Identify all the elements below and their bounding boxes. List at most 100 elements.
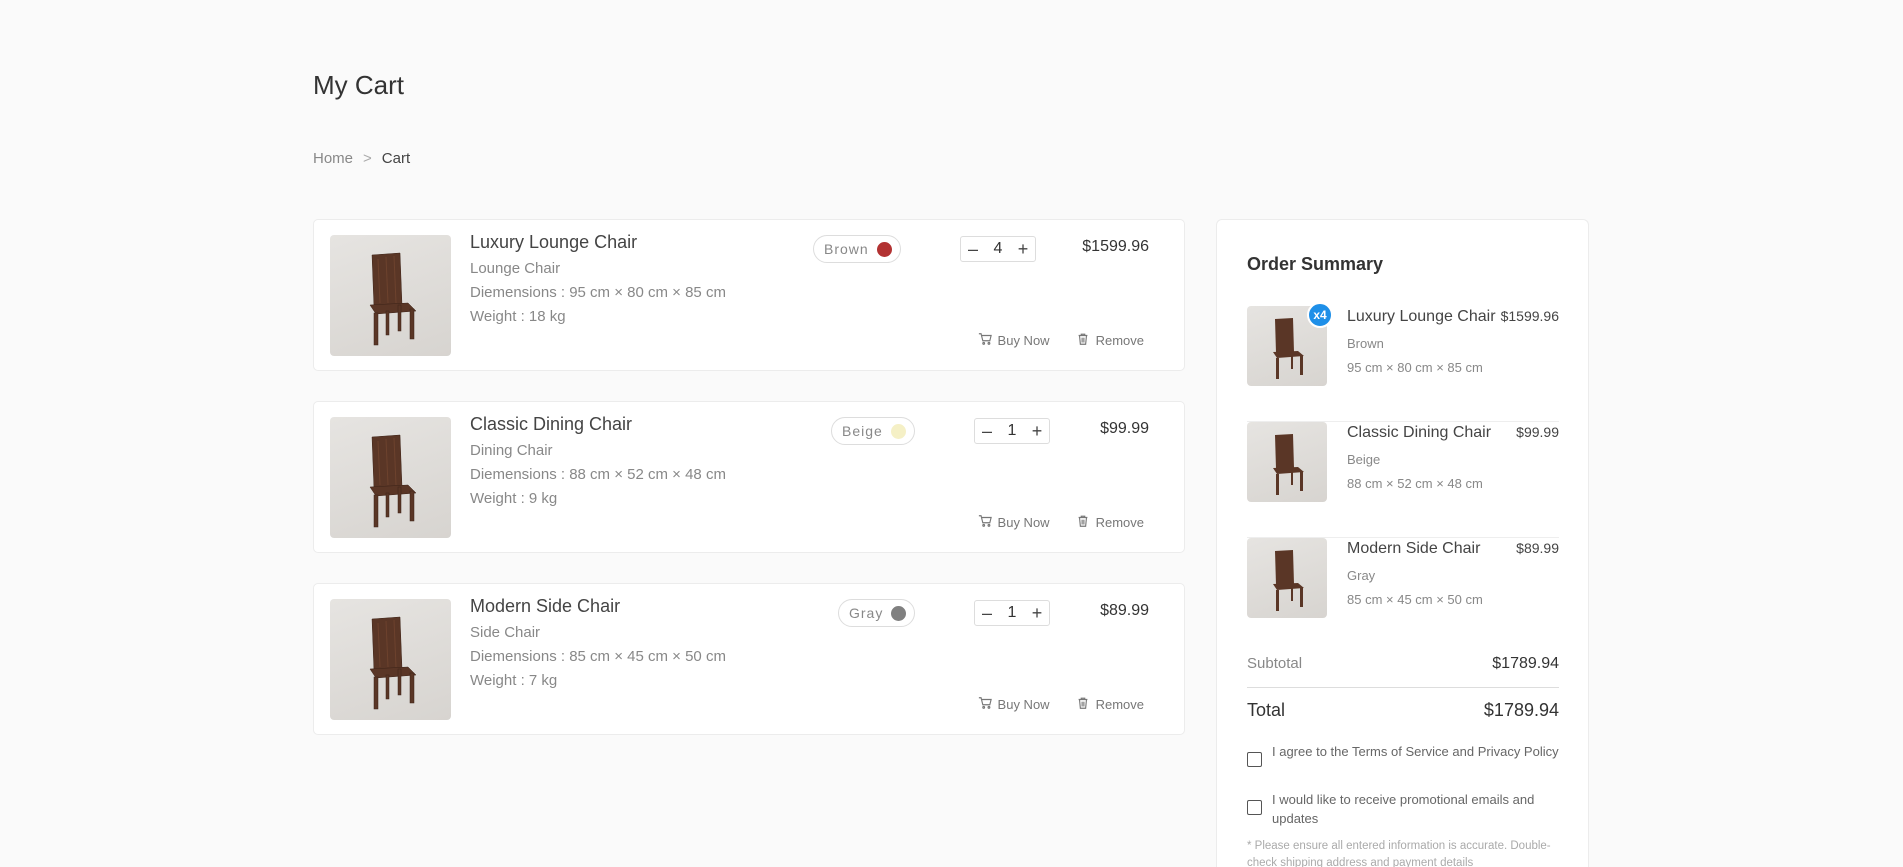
item-price: $1599.96 [1082,238,1149,255]
subtotal-row: Subtotal $1789.94 [1247,655,1559,673]
breadcrumb-home-link[interactable]: Home [313,150,353,167]
item-dimensions: Diemensions : 85 cm × 45 cm × 50 cm [470,648,726,665]
quantity-stepper: – 4 + [960,236,1036,262]
increase-quantity-button[interactable]: + [1025,419,1049,443]
color-name: Gray [849,605,884,621]
breadcrumb-current: Cart [381,150,411,167]
accuracy-note: * Please ensure all entered information … [1247,840,1551,867]
item-name[interactable]: Classic Dining Chair [470,414,726,435]
remove-button[interactable]: Remove [1076,332,1144,349]
summary-item: Classic Dining Chair $99.99 Beige 88 cm … [1247,422,1559,538]
order-summary: Order Summary x4 Luxury Lounge Chair $15… [1216,219,1589,867]
remove-label: Remove [1095,515,1144,530]
increase-quantity-button[interactable]: + [1011,237,1035,261]
summary-item-color: Beige [1347,452,1381,467]
quantity-badge: x4 [1307,302,1333,328]
quantity-stepper: – 1 + [974,418,1050,444]
item-category: Dining Chair [470,442,553,459]
cart-list: Luxury Lounge Chair Lounge Chair Diemens… [313,219,1185,765]
summary-item: Modern Side Chair $89.99 Gray 85 cm × 45… [1247,538,1559,654]
quantity-value[interactable]: 4 [985,240,1011,258]
product-image[interactable] [330,599,451,720]
summary-title: Order Summary [1247,254,1384,274]
item-info: Modern Side Chair Side Chair Diemensions… [470,596,726,696]
breadcrumb: Home > Cart [313,150,410,167]
color-selector[interactable]: Brown [813,235,901,263]
summary-item-color: Brown [1347,336,1384,351]
color-selector[interactable]: Gray [838,599,916,627]
decrease-quantity-button[interactable]: – [961,237,985,261]
summary-item-dimensions: 88 cm × 52 cm × 48 cm [1347,476,1483,491]
item-weight: Weight : 18 kg [470,308,566,325]
item-actions: Buy Now Remove [978,514,1144,531]
item-info: Classic Dining Chair Dining Chair Diemen… [470,414,726,514]
item-name[interactable]: Modern Side Chair [470,596,726,617]
trash-icon [1076,514,1090,531]
subtotal-label: Subtotal [1247,655,1303,672]
terms-label: I agree to the Terms of Service and Priv… [1272,744,1559,759]
item-dimensions: Diemensions : 88 cm × 52 cm × 48 cm [470,466,726,483]
decrease-quantity-button[interactable]: – [975,601,999,625]
color-swatch [876,241,892,257]
summary-divider [1247,687,1559,688]
item-price: $89.99 [1100,602,1149,619]
color-swatch [891,605,907,621]
quantity-stepper: – 1 + [974,600,1050,626]
remove-button[interactable]: Remove [1076,696,1144,713]
remove-button[interactable]: Remove [1076,514,1144,531]
quantity-value[interactable]: 1 [999,604,1025,622]
cart-item: Modern Side Chair Side Chair Diemensions… [313,583,1185,735]
cart-icon [978,514,992,531]
trash-icon [1076,332,1090,349]
summary-item-price: $99.99 [1516,424,1559,440]
item-info: Luxury Lounge Chair Lounge Chair Diemens… [470,232,726,332]
product-image[interactable] [330,235,451,356]
item-category: Side Chair [470,624,541,641]
item-dimensions: Diemensions : 95 cm × 80 cm × 85 cm [470,284,726,301]
decrease-quantity-button[interactable]: – [975,419,999,443]
color-name: Beige [842,423,883,439]
summary-item: x4 Luxury Lounge Chair $1599.96 Brown 95… [1247,302,1559,422]
buy-now-label: Buy Now [997,697,1050,712]
summary-item-dimensions: 95 cm × 80 cm × 85 cm [1347,360,1483,375]
product-image[interactable] [330,417,451,538]
summary-product-image [1247,422,1327,502]
summary-item-dimensions: 85 cm × 45 cm × 50 cm [1347,592,1483,607]
increase-quantity-button[interactable]: + [1025,601,1049,625]
terms-checkbox[interactable] [1247,752,1262,767]
color-name: Brown [824,241,869,257]
buy-now-button[interactable]: Buy Now [978,696,1050,713]
promo-checkbox[interactable] [1247,800,1262,815]
item-price: $99.99 [1100,420,1149,437]
breadcrumb-separator: > [363,150,372,167]
promo-label: I would like to receive promotional emai… [1272,792,1535,826]
remove-label: Remove [1095,333,1144,348]
summary-item-color: Gray [1347,568,1376,583]
cart-item: Classic Dining Chair Dining Chair Diemen… [313,401,1185,553]
cart-icon [978,332,992,349]
promo-checkbox-row: I would like to receive promotional emai… [1247,790,1559,828]
summary-item-name: Classic Dining Chair [1347,424,1492,441]
item-weight: Weight : 9 kg [470,490,558,507]
summary-item-name: Luxury Lounge Chair [1347,308,1496,325]
buy-now-button[interactable]: Buy Now [978,332,1050,349]
total-label: Total [1247,700,1286,720]
quantity-value[interactable]: 1 [999,422,1025,440]
buy-now-button[interactable]: Buy Now [978,514,1050,531]
summary-item-price: $1599.96 [1500,308,1559,324]
buy-now-label: Buy Now [997,515,1050,530]
item-weight: Weight : 7 kg [470,672,558,689]
page-title: My Cart [313,70,404,100]
item-category: Lounge Chair [470,260,561,277]
cart-item: Luxury Lounge Chair Lounge Chair Diemens… [313,219,1185,371]
remove-label: Remove [1095,697,1144,712]
subtotal-value: $1789.94 [1492,655,1559,672]
item-name[interactable]: Luxury Lounge Chair [470,232,726,253]
terms-checkbox-row: I agree to the Terms of Service and Priv… [1247,742,1559,767]
summary-item-name: Modern Side Chair [1347,540,1481,557]
total-value: $1789.94 [1483,700,1559,720]
cart-icon [978,696,992,713]
color-selector[interactable]: Beige [831,417,915,445]
item-actions: Buy Now Remove [978,696,1144,713]
summary-item-price: $89.99 [1516,540,1559,556]
